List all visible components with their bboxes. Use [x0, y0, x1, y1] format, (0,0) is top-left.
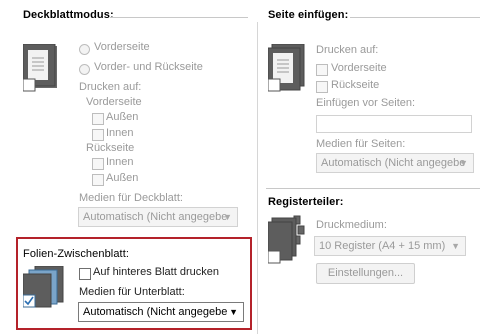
insert-back-label: Rückseite — [331, 79, 380, 91]
cover-back-inner-label: Innen — [106, 156, 134, 168]
cover-front-inner-checkbox[interactable] — [92, 129, 104, 141]
register-medium-label: Druckmedium: — [316, 219, 387, 231]
cover-media-value: Automatisch (Nicht angegebe — [83, 211, 228, 223]
print-back-sheet-label: Auf hinteres Blatt drucken — [93, 266, 219, 278]
radio-front-back-label: Vorder- und Rückseite — [94, 61, 203, 73]
interleaf-sheet-icon — [23, 266, 64, 308]
insert-media-label: Medien für Seiten: — [316, 138, 406, 150]
register-medium-select[interactable]: 10 Register (A4 + 15 mm) ▼ — [314, 236, 466, 256]
register-medium-value: 10 Register (A4 + 15 mm) — [319, 240, 446, 252]
cover-back-inner-checkbox[interactable] — [92, 158, 104, 170]
seite-header: Seite einfügen: — [268, 9, 349, 21]
radio-front[interactable] — [79, 44, 90, 55]
register-settings-button[interactable]: Einstellungen... — [316, 263, 415, 284]
cover-front-outer-checkbox[interactable] — [92, 113, 104, 125]
interleaf-media-value: Automatisch (Nicht angegebe — [83, 306, 228, 318]
insert-media-value: Automatisch (Nicht angegebe — [321, 157, 466, 169]
print-back-sheet-checkbox[interactable] — [79, 268, 91, 280]
insert-before-input[interactable] — [316, 115, 472, 133]
interleaf-media-label: Medien für Unterblatt: — [79, 286, 185, 298]
chevron-down-icon: ▼ — [451, 241, 460, 251]
folien-header: Folien-Zwischenblatt: — [23, 248, 130, 260]
insert-media-select[interactable]: Automatisch (Nicht angegebe ▼ — [316, 153, 474, 173]
cover-front-outer-label: Außen — [106, 111, 139, 123]
insert-front-checkbox[interactable] — [316, 64, 328, 76]
insert-page-icon — [268, 44, 305, 92]
insert-front-label: Vorderseite — [331, 62, 387, 74]
insert-before-label: Einfügen vor Seiten: — [316, 97, 416, 109]
deckblatt-divider — [110, 17, 248, 18]
cover-back-label: Rückseite — [86, 142, 135, 154]
cover-front-label: Vorderseite — [86, 96, 142, 108]
chevron-down-icon: ▼ — [223, 212, 232, 222]
cover-back-outer-label: Außen — [106, 172, 139, 184]
cover-back-outer-checkbox[interactable] — [92, 174, 104, 186]
insert-back-checkbox[interactable] — [316, 81, 328, 93]
cover-front-inner-label: Innen — [106, 127, 134, 139]
chevron-down-icon: ▼ — [459, 158, 468, 168]
seite-divider — [350, 17, 480, 18]
cover-media-select[interactable]: Automatisch (Nicht angegebe ▼ — [78, 207, 238, 227]
cover-media-label: Medien für Deckblatt: — [79, 192, 183, 204]
cover-sheet-icon — [23, 44, 57, 92]
register-top-divider — [266, 188, 480, 189]
column-separator — [257, 22, 258, 334]
chevron-down-icon: ▼ — [229, 307, 238, 317]
insert-print-on-label: Drucken auf: — [316, 44, 379, 56]
radio-front-back[interactable] — [79, 64, 90, 75]
tab-divider-icon — [268, 215, 305, 264]
cover-print-on-label: Drucken auf: — [79, 81, 142, 93]
radio-front-label: Vorderseite — [94, 41, 150, 53]
interleaf-media-select[interactable]: Automatisch (Nicht angegebe ▼ — [78, 302, 244, 322]
deckblatt-header: Deckblattmodus: — [23, 9, 114, 21]
register-header: Registerteiler: — [268, 196, 344, 208]
